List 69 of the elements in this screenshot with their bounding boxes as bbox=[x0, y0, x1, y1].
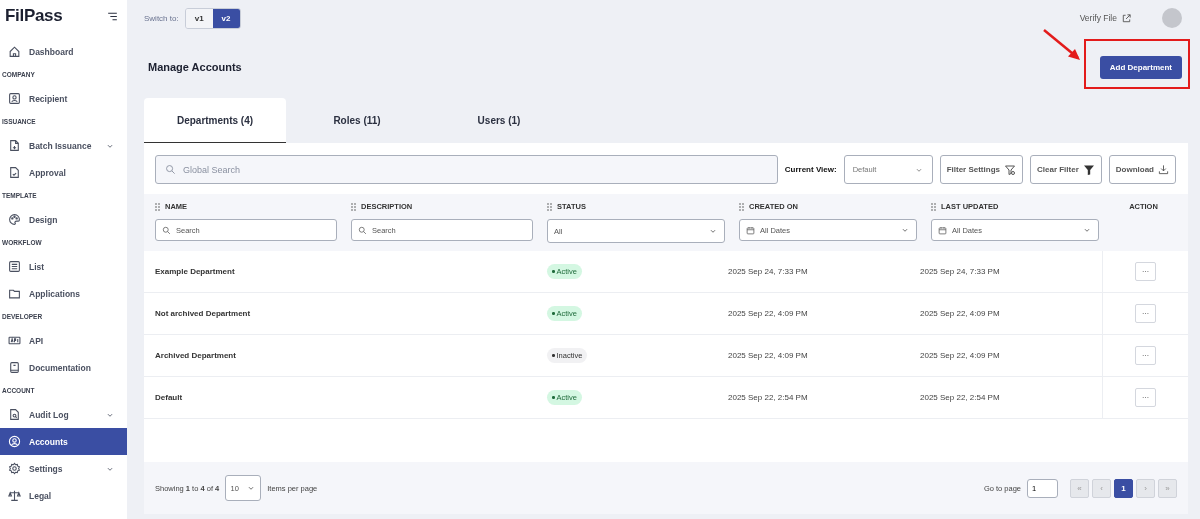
external-link-icon bbox=[1121, 12, 1132, 24]
nav-item[interactable]: Documentation bbox=[0, 354, 127, 381]
document-plus-icon bbox=[8, 139, 21, 152]
department-name: Example Department bbox=[155, 267, 235, 276]
nav-item[interactable]: Applications bbox=[0, 280, 127, 307]
drag-handle-icon[interactable] bbox=[351, 202, 356, 211]
drag-handle-icon[interactable] bbox=[739, 202, 744, 211]
verify-file-link[interactable]: Verify File bbox=[1079, 12, 1132, 24]
list-icon bbox=[8, 260, 21, 273]
scales-icon bbox=[8, 489, 21, 502]
department-name: Not archived Department bbox=[155, 309, 251, 318]
calendar-icon bbox=[938, 225, 947, 235]
version-toggle[interactable]: v1 bbox=[185, 8, 213, 28]
search-icon bbox=[162, 225, 171, 235]
filter-clear-icon bbox=[1082, 163, 1095, 176]
download-icon bbox=[1158, 164, 1169, 175]
nav-item[interactable]: Design bbox=[0, 206, 127, 233]
avatar[interactable] bbox=[1162, 8, 1182, 28]
nav-item[interactable]: Audit Log bbox=[0, 401, 127, 428]
nav-item[interactable]: Settings bbox=[0, 455, 127, 482]
created-date: 2025 Sep 22, 4:09 PM bbox=[728, 351, 808, 360]
search-icon bbox=[358, 225, 367, 235]
toolbar-button[interactable]: Download bbox=[1108, 155, 1176, 184]
pagination-button[interactable]: 1 bbox=[1114, 478, 1133, 498]
id-card-icon bbox=[8, 92, 21, 105]
updated-date: 2025 Sep 24, 7:33 PM bbox=[920, 267, 1000, 276]
nav-item[interactable]: API bbox=[0, 327, 127, 354]
settings-icon bbox=[8, 462, 21, 475]
palette-icon bbox=[8, 213, 21, 226]
api-icon bbox=[8, 334, 21, 347]
drag-handle-icon[interactable] bbox=[547, 202, 552, 211]
tab[interactable]: Departments (4) bbox=[144, 98, 286, 143]
nav-item[interactable]: Dashboard bbox=[0, 38, 127, 65]
nav-item[interactable]: List bbox=[0, 253, 127, 280]
annotation-arrow bbox=[1042, 28, 1082, 62]
filter-gear-icon bbox=[1004, 163, 1016, 176]
add-department-button[interactable]: Add Department bbox=[1099, 55, 1182, 79]
calendar-icon bbox=[746, 225, 755, 235]
created-date: 2025 Sep 24, 7:33 PM bbox=[728, 267, 808, 276]
updated-date: 2025 Sep 22, 4:09 PM bbox=[920, 309, 1000, 318]
search-icon bbox=[165, 164, 176, 175]
nav-item[interactable]: Approval bbox=[0, 159, 127, 186]
document-search-icon bbox=[8, 408, 21, 421]
nav-item[interactable]: Legal bbox=[0, 482, 127, 509]
department-name: Archived Department bbox=[155, 351, 236, 360]
book-icon bbox=[8, 361, 21, 374]
created-date: 2025 Sep 22, 2:54 PM bbox=[728, 393, 808, 402]
nav-item[interactable]: Batch Issuance bbox=[0, 132, 127, 159]
nav-item[interactable]: Recipient bbox=[0, 85, 127, 112]
toolbar-button[interactable]: Filter Settings bbox=[939, 155, 1023, 184]
page-title: Manage Accounts bbox=[147, 61, 242, 73]
updated-date: 2025 Sep 22, 4:09 PM bbox=[920, 351, 1000, 360]
department-name: Default bbox=[155, 393, 183, 402]
current-view-label: Current View: bbox=[784, 165, 837, 174]
user-circle-icon bbox=[8, 435, 21, 448]
drag-handle-icon[interactable] bbox=[931, 202, 936, 211]
document-check-icon bbox=[8, 166, 21, 179]
toolbar-button[interactable]: Clear Filter bbox=[1030, 155, 1102, 184]
tab[interactable]: Roles (11) bbox=[286, 98, 428, 143]
nav-item[interactable]: Accounts bbox=[0, 428, 127, 455]
created-date: 2025 Sep 22, 4:09 PM bbox=[728, 309, 808, 318]
tab[interactable]: Users (1) bbox=[428, 98, 570, 143]
version-toggle[interactable]: v2 bbox=[212, 8, 240, 28]
updated-date: 2025 Sep 22, 2:54 PM bbox=[920, 393, 1000, 402]
folder-icon bbox=[8, 287, 21, 300]
filpass-logo: FilPass bbox=[5, 6, 63, 26]
drag-handle-icon[interactable] bbox=[155, 202, 160, 211]
switch-label: Switch to: bbox=[144, 13, 179, 23]
home-icon bbox=[8, 45, 21, 58]
